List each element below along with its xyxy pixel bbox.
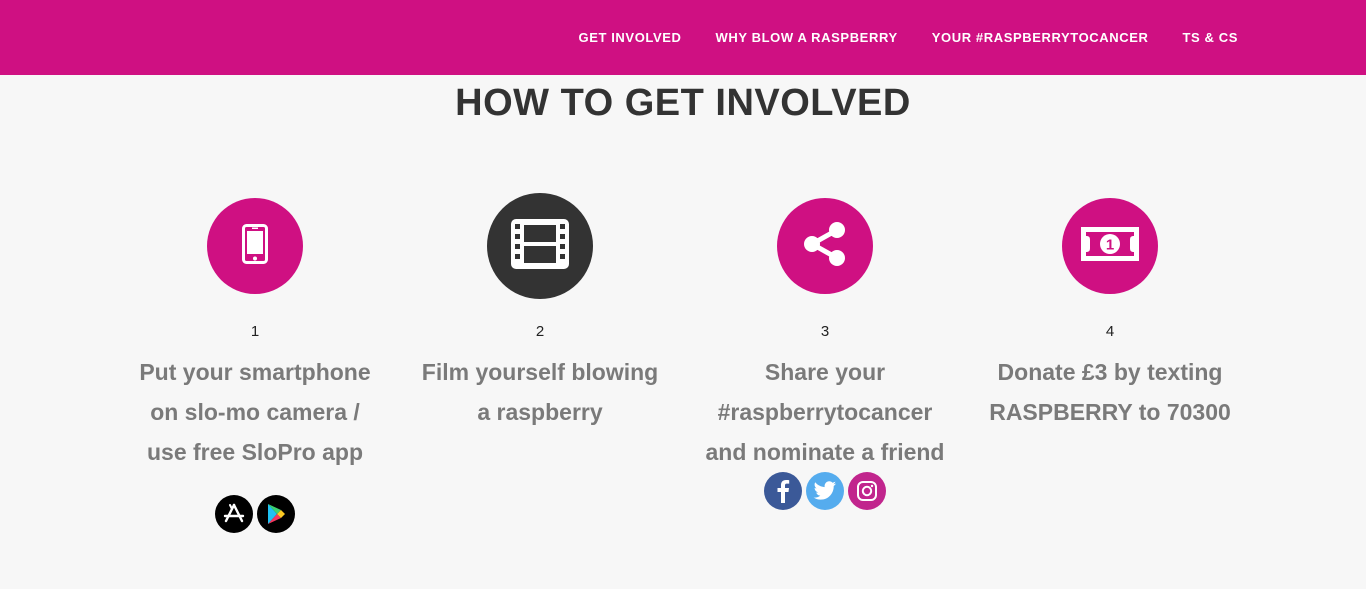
step-3-text-line-2: #raspberrytocancer: [717, 399, 933, 425]
step-1-icon-circle: [207, 198, 303, 294]
step-3-icon-circle: [777, 198, 873, 294]
twitter-icon[interactable]: [806, 472, 844, 510]
instagram-icon[interactable]: [848, 472, 886, 510]
smartphone-icon: [242, 223, 268, 269]
step-4-icon-circle: 1: [1062, 198, 1158, 294]
app-store-icon[interactable]: [215, 495, 253, 533]
nav-link-get-involved[interactable]: GET INVOLVED: [578, 30, 681, 45]
step-3-text-line-1: Share your: [764, 359, 886, 385]
step-3-number: 3: [820, 323, 830, 340]
nav-link-your-raspberrytocancer[interactable]: YOUR #RASPBERRYTOCANCER: [932, 30, 1149, 45]
step-3-text: Share your #raspberrytocancer and nomina…: [695, 352, 955, 472]
step-2-text: Film yourself blowing a raspberry: [410, 352, 670, 432]
step-1-number: 1: [250, 323, 260, 340]
banknote-icon: 1: [1080, 226, 1140, 267]
svg-text:1: 1: [1106, 236, 1114, 253]
step-4-number: 4: [1105, 323, 1115, 340]
share-icon: [800, 219, 850, 274]
step-2-text-line-2: a raspberry: [477, 399, 603, 425]
page-title: HOW TO GET INVOLVED: [455, 82, 911, 124]
facebook-icon[interactable]: [764, 472, 802, 510]
step-3-text-line-3: and nominate a friend: [705, 439, 945, 465]
nav-link-why-blow-a-raspberry[interactable]: WHY BLOW A RASPBERRY: [716, 30, 898, 45]
step-1-text: Put your smartphone on slo-mo camera / u…: [125, 352, 385, 472]
step-2-text-line-1: Film yourself blowing: [421, 359, 659, 385]
step-4-text-line-2: RASPBERRY to 70300: [989, 399, 1231, 425]
film-icon: [509, 217, 571, 276]
step-2-number: 2: [535, 323, 545, 340]
step-4-text-line-1: Donate £3 by texting: [997, 359, 1223, 385]
step-1-text-line-1: Put your smartphone: [139, 359, 371, 385]
step-1-text-line-3: use free SloPro app: [146, 439, 363, 465]
social-links: [695, 472, 955, 510]
step-4-text: Donate £3 by texting RASPBERRY to 70300: [980, 352, 1240, 432]
nav-link-ts-cs[interactable]: TS & CS: [1183, 30, 1238, 45]
top-navbar: GET INVOLVED WHY BLOW A RASPBERRY YOUR #…: [0, 0, 1366, 75]
step-1-text-line-2: on slo-mo camera /: [150, 399, 360, 425]
step-2-icon-circle: [487, 193, 593, 299]
app-store-links: [125, 495, 385, 533]
nav-menu: GET INVOLVED WHY BLOW A RASPBERRY YOUR #…: [544, 0, 1238, 75]
google-play-icon[interactable]: [257, 495, 295, 533]
